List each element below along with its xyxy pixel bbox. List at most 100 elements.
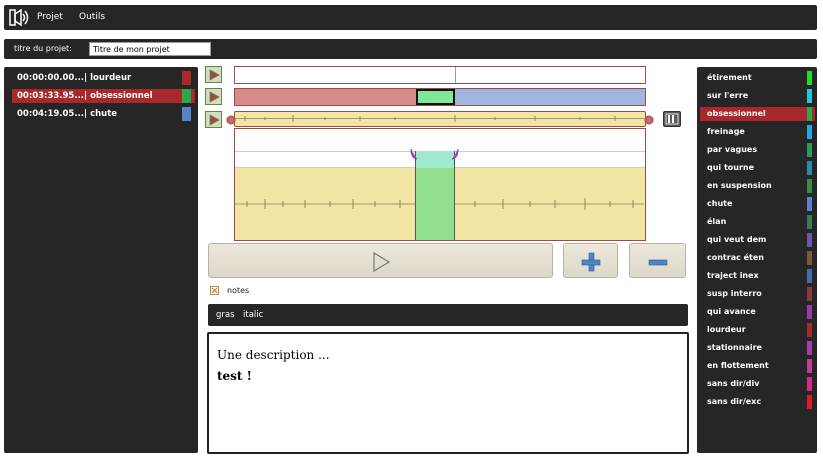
category-item[interactable]: qui avance: [700, 305, 815, 319]
menu-outils[interactable]: Outils: [79, 12, 105, 22]
right-handle-icon[interactable]: [644, 115, 654, 125]
category-color-swatch: [807, 107, 812, 121]
category-color-swatch: [807, 161, 812, 175]
category-item[interactable]: élan: [700, 215, 815, 229]
minus-icon: [648, 259, 668, 266]
category-item[interactable]: contrac éten: [700, 251, 815, 265]
category-item[interactable]: freinage: [700, 125, 815, 139]
format-toolbar: gras italic: [208, 304, 688, 326]
notes-label: notes: [227, 286, 250, 295]
waveform-overview-track[interactable]: [234, 111, 646, 127]
zoom-selection[interactable]: [415, 168, 455, 240]
category-color-swatch: [807, 305, 812, 319]
plus-icon: [581, 252, 601, 272]
category-label: lourdeur: [707, 325, 746, 334]
timeline-track-empty[interactable]: [234, 66, 646, 84]
category-label: freinage: [707, 127, 745, 136]
segment-block-obsessionnel[interactable]: [416, 89, 455, 105]
category-item[interactable]: qui veut dem: [700, 233, 815, 247]
menu-bar: Projet Outils: [4, 5, 817, 30]
selection-end-handle-icon[interactable]: [450, 148, 460, 160]
category-color-swatch: [807, 143, 812, 157]
category-item[interactable]: chute: [700, 197, 815, 211]
waveform-zoom-view[interactable]: [234, 128, 646, 241]
segment-color-swatch: [182, 107, 191, 121]
remove-segment-button[interactable]: [629, 243, 686, 278]
track3-play-button[interactable]: [205, 111, 222, 128]
category-color-swatch: [807, 395, 812, 409]
play-icon: [373, 252, 391, 272]
category-item[interactable]: sur l'erre: [700, 89, 815, 103]
waveform-overview: [235, 115, 644, 122]
add-segment-button[interactable]: [563, 243, 618, 278]
category-item[interactable]: stationnaire: [700, 341, 815, 355]
category-item[interactable]: susp interro: [700, 287, 815, 301]
check-x-icon: [211, 287, 218, 294]
segment-color-swatch: [182, 89, 191, 103]
category-label: en flottement: [707, 361, 769, 370]
segment-item-selected[interactable]: 00:03:33.95...| obsessionnel: [12, 89, 195, 103]
category-item[interactable]: qui tourne: [700, 161, 815, 175]
project-title-label: titre du projet:: [14, 44, 72, 53]
project-title-input[interactable]: [89, 42, 211, 56]
category-label: stationnaire: [707, 343, 762, 352]
selection-start-handle-icon[interactable]: [409, 148, 419, 160]
segment-label: 00:04:19.05...| chute: [17, 109, 118, 119]
app-logo-icon: [9, 8, 29, 27]
editor-text-line: Une description ...: [217, 348, 330, 362]
project-title-bar: titre du projet:: [4, 39, 817, 59]
play-icon: [209, 91, 220, 103]
category-item[interactable]: sans dir/exc: [700, 395, 815, 409]
category-color-swatch: [807, 359, 812, 373]
category-color-swatch: [807, 197, 812, 211]
category-color-swatch: [807, 125, 812, 139]
skip-end-icon: [665, 113, 679, 125]
category-item[interactable]: en suspension: [700, 179, 815, 193]
category-color-swatch: [807, 287, 812, 301]
category-color-swatch: [807, 179, 812, 193]
notes-checkbox[interactable]: [210, 286, 219, 295]
category-label: traject inex: [707, 271, 759, 280]
play-button[interactable]: [208, 243, 553, 278]
category-item[interactable]: lourdeur: [700, 323, 815, 337]
category-item[interactable]: par vagues: [700, 143, 815, 157]
segment-label: 00:03:33.95...| obsessionnel: [17, 91, 153, 101]
bold-button[interactable]: gras: [216, 310, 235, 320]
editor-bold-line: test !: [217, 369, 252, 383]
category-color-swatch: [807, 269, 812, 283]
category-color-swatch: [807, 89, 812, 103]
category-label: qui tourne: [707, 163, 755, 172]
category-list: étirement sur l'erre obsessionnel freina…: [697, 67, 817, 453]
category-item-selected[interactable]: obsessionnel: [700, 107, 815, 121]
zoom-selection-header[interactable]: [415, 151, 455, 168]
track1-play-button[interactable]: [205, 66, 222, 83]
menu-projet[interactable]: Projet: [37, 12, 63, 22]
description-editor[interactable]: Une description ... test !: [207, 332, 689, 454]
category-label: élan: [707, 217, 727, 226]
category-label: obsessionnel: [707, 109, 766, 118]
category-label: qui veut dem: [707, 235, 767, 244]
italic-button[interactable]: italic: [243, 310, 263, 320]
category-item[interactable]: sans dir/div: [700, 377, 815, 391]
segment-block-lourdeur[interactable]: [235, 89, 416, 105]
play-icon: [209, 69, 220, 81]
category-item[interactable]: traject inex: [700, 269, 815, 283]
category-item[interactable]: étirement: [700, 71, 815, 85]
category-label: susp interro: [707, 289, 762, 298]
category-label: sans dir/div: [707, 379, 760, 388]
segment-item[interactable]: 00:04:19.05...| chute: [12, 107, 195, 121]
segment-item[interactable]: 00:00:00.00...| lourdeur: [12, 71, 195, 85]
category-color-swatch: [807, 71, 812, 85]
play-icon: [209, 114, 220, 126]
track2-play-button[interactable]: [205, 88, 222, 105]
segment-label: 00:00:00.00...| lourdeur: [17, 73, 132, 83]
category-color-swatch: [807, 215, 812, 229]
timeline-track-segments[interactable]: [234, 88, 646, 106]
left-handle-icon[interactable]: [226, 115, 236, 125]
category-item[interactable]: en flottement: [700, 359, 815, 373]
category-label: sans dir/exc: [707, 397, 762, 406]
playhead-line: [455, 67, 456, 83]
end-marker-button[interactable]: [663, 111, 681, 127]
category-label: qui avance: [707, 307, 756, 316]
category-color-swatch: [807, 233, 812, 247]
